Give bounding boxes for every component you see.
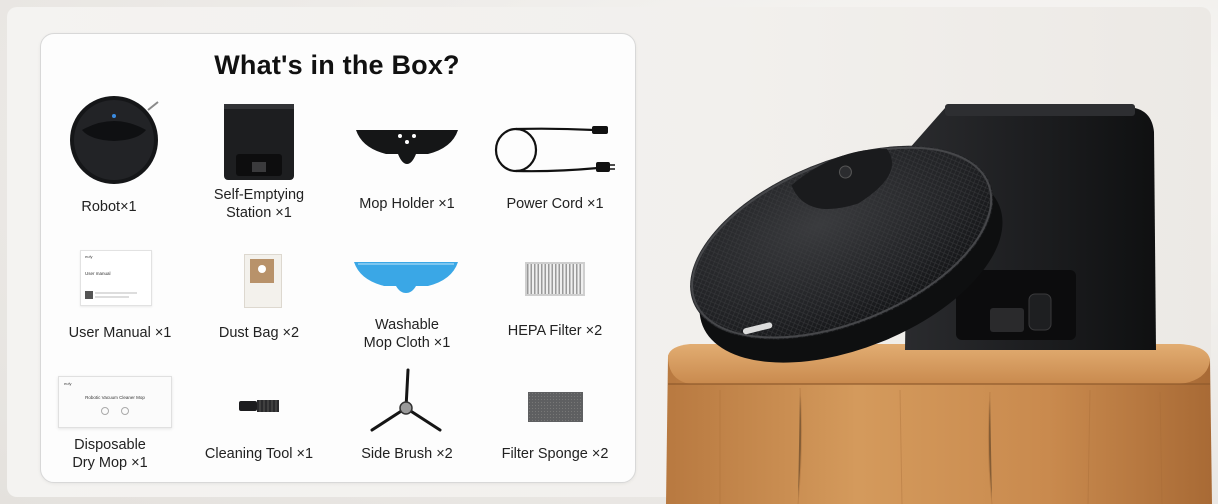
power-cord-icon — [494, 126, 615, 173]
dry-mop-heading-text: Robotic Vacuum Cleaner Mop — [85, 395, 145, 400]
side-brush-icon — [370, 368, 442, 432]
user-manual-icon: eufy User manual — [80, 250, 152, 306]
dust-bag-icon — [244, 254, 282, 308]
item-label-dry-mop: Disposable Dry Mop ×1 — [72, 437, 148, 471]
mop-cloth-icon — [354, 262, 458, 293]
item-label-dust-bag: Dust Bag ×2 — [218, 325, 300, 341]
cleaning-tool-icon — [239, 400, 279, 412]
item-label-mop-cloth: Washable Mop Cloth ×1 — [363, 317, 451, 351]
dry-mop-icon: eufy Robotic Vacuum Cleaner Mop — [58, 376, 172, 428]
item-label-power-cord: Power Cord ×1 — [506, 196, 604, 212]
item-label-filter-sponge: Filter Sponge ×2 — [501, 446, 609, 462]
item-label-side-brush: Side Brush ×2 — [361, 446, 453, 462]
station-icon — [224, 104, 294, 180]
product-banner: What's in the Box? Robot×1 Self-Emptying… — [0, 0, 1218, 504]
product-scene-photo — [660, 0, 1218, 504]
hepa-filter-icon — [525, 262, 585, 296]
item-label-hepa-filter: HEPA Filter ×2 — [507, 323, 603, 339]
robot-vacuum-icon — [70, 96, 159, 184]
manual-brand-text: eufy — [85, 254, 93, 259]
filter-sponge-icon — [528, 392, 583, 422]
item-label-station: Self-Emptying Station ×1 — [213, 187, 305, 221]
manual-heading-text: User manual — [85, 271, 111, 276]
dry-mop-brand-text: eufy — [64, 381, 72, 386]
card-title: What's in the Box? — [214, 50, 460, 80]
item-label-mop-holder: Mop Holder ×1 — [359, 196, 455, 212]
item-label-cleaning-tool: Cleaning Tool ×1 — [204, 446, 314, 462]
item-label-user-manual: User Manual ×1 — [68, 325, 172, 341]
item-label-robot: Robot×1 — [81, 199, 137, 215]
mop-holder-icon — [356, 130, 458, 164]
robot-on-stand-illustration — [666, 104, 1212, 504]
